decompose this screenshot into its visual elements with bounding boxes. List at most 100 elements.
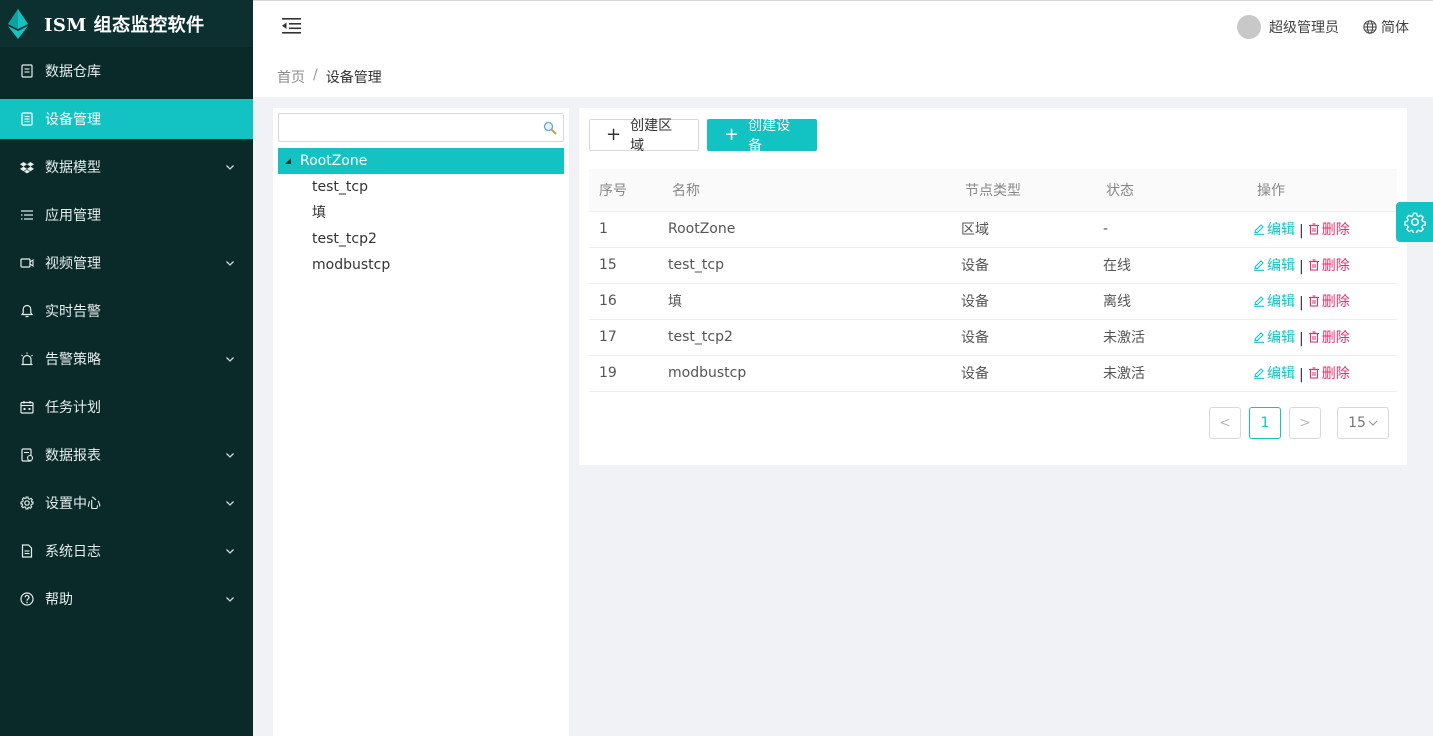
chevron-down-icon[interactable] [225,450,235,460]
bell-icon [20,304,34,318]
table-row: 19 modbustcp 设备 未激活 编辑 | 删除 [589,355,1397,392]
sidebar-item-1[interactable]: 设备管理 [0,99,253,139]
chevron-down-icon[interactable] [225,546,235,556]
language-switch[interactable]: 简体 [1381,17,1409,37]
tree-node-root[interactable]: RootZone [278,148,564,174]
delete-link[interactable]: 删除 [1308,219,1350,239]
create-device-button[interactable]: + 创建设备 [707,118,817,154]
chevron-down-icon[interactable] [225,498,235,508]
delete-link[interactable]: 删除 [1308,255,1350,275]
chevron-down-icon[interactable] [225,162,235,172]
edit-link[interactable]: 编辑 [1253,291,1295,311]
cell-ops: 编辑 | 删除 [1253,283,1397,320]
trash-icon [1308,367,1319,379]
sidebar-item-label: 设备管理 [45,112,101,128]
video-icon [20,256,34,270]
table-header-row: 序号 名称 节点类型 状态 操作 [589,169,1397,212]
dropbox-icon [20,160,34,174]
op-separator: | [1299,223,1304,239]
app-logo[interactable]: ISM 组态监控软件 [0,0,253,47]
edit-link[interactable]: 编辑 [1253,327,1295,347]
delete-label: 删除 [1321,258,1350,274]
breadcrumb-current: 设备管理 [325,70,382,86]
sidebar-item-label: 帮助 [45,592,73,608]
sidebar-item-label: 数据仓库 [45,64,101,80]
tree-node-child[interactable]: test_tcp2 [312,226,390,252]
app-title: ISM 组态监控软件 [44,14,205,36]
table-row: 17 test_tcp2 设备 未激活 编辑 | 删除 [589,319,1397,356]
user-area: 超级管理员 简体 [1237,15,1409,39]
cell-status: 未激活 [1103,355,1253,392]
tree-search-input[interactable] [279,114,529,141]
cell-ops: 编辑 | 删除 [1253,355,1397,392]
table-row: 15 test_tcp 设备 在线 编辑 | 删除 [589,247,1397,284]
sidebar-item-2[interactable]: 数据模型 [0,143,253,191]
globe-icon[interactable] [1363,20,1377,34]
calendar-icon [20,400,34,414]
cell-no: 16 [589,283,662,320]
sidebar-item-9[interactable]: 设置中心 [0,479,253,527]
sidebar-item-8[interactable]: 数据报表 [0,431,253,479]
sidebar-item-label: 任务计划 [45,400,101,416]
breadcrumb-home[interactable]: 首页 [277,67,305,87]
pagination-page[interactable]: 1 [1249,407,1281,439]
cell-status: 在线 [1103,247,1253,284]
delete-link[interactable]: 删除 [1308,291,1350,311]
sidebar-item-label: 设置中心 [45,496,101,512]
search-icon[interactable] [543,121,557,135]
sidebar-item-label: 数据报表 [45,448,101,464]
chevron-down-icon[interactable] [225,594,235,604]
cell-no: 1 [589,211,662,248]
caret-down-icon[interactable] [282,155,294,167]
edit-link[interactable]: 编辑 [1253,219,1295,239]
edit-icon [1254,260,1264,271]
sidebar-item-11[interactable]: 帮助 [0,575,253,623]
edit-label: 编辑 [1267,258,1295,274]
delete-label: 删除 [1321,330,1350,346]
menu-fold-icon[interactable] [282,17,302,35]
chevron-down-icon[interactable] [225,354,235,364]
sidebar-item-7[interactable]: 任务计划 [0,383,253,431]
page-size-value: 15 [1348,415,1366,431]
tree-node-child[interactable]: modbustcp [312,252,390,278]
cell-ops: 编辑 | 删除 [1253,211,1397,248]
trash-icon [1308,259,1319,271]
tree-search-box [278,113,564,142]
chevron-down-icon[interactable] [225,258,235,268]
op-separator: | [1299,259,1304,275]
tree-node-child[interactable]: test_tcp [312,174,390,200]
delete-label: 删除 [1321,222,1350,238]
pagination-next[interactable]: > [1289,407,1321,439]
list-icon [20,208,34,222]
sidebar-item-6[interactable]: 告警策略 [0,335,253,383]
page-size-select[interactable]: 15 [1337,407,1389,439]
avatar[interactable] [1237,15,1261,39]
sidebar-item-3[interactable]: 应用管理 [0,191,253,239]
plus-icon: + [724,124,740,145]
sidebar-item-label: 视频管理 [45,256,101,272]
sidebar-item-5[interactable]: 实时告警 [0,287,253,335]
edit-link[interactable]: 编辑 [1253,255,1295,275]
tree-node-label: RootZone [300,153,368,169]
create-area-button[interactable]: + 创建区域 [589,118,699,154]
user-name[interactable]: 超级管理员 [1269,17,1339,37]
sidebar-item-0[interactable]: 数据仓库 [0,47,253,95]
gear-icon [1403,212,1426,233]
delete-link[interactable]: 删除 [1308,327,1350,347]
edit-link[interactable]: 编辑 [1253,363,1295,383]
cell-no: 17 [589,319,662,356]
pagination-prev[interactable]: < [1209,407,1241,439]
tree-node-child[interactable]: 填 [312,200,390,226]
op-separator: | [1299,367,1304,383]
header-no: 序号 [589,169,662,212]
header-ops: 操作 [1253,169,1397,212]
delete-link[interactable]: 删除 [1308,363,1350,383]
sidebar-item-10[interactable]: 系统日志 [0,527,253,575]
sidebar-item-4[interactable]: 视频管理 [0,239,253,287]
cell-status: 未激活 [1103,319,1253,356]
header-type: 节点类型 [960,169,1103,212]
cell-status: - [1103,211,1253,248]
settings-drawer-button[interactable] [1396,202,1433,242]
cell-name: 填 [662,283,960,320]
device-content-panel: + 创建区域 + 创建设备 序号 名称 节点类型 状态 操作 1 RootZone… [579,108,1407,465]
